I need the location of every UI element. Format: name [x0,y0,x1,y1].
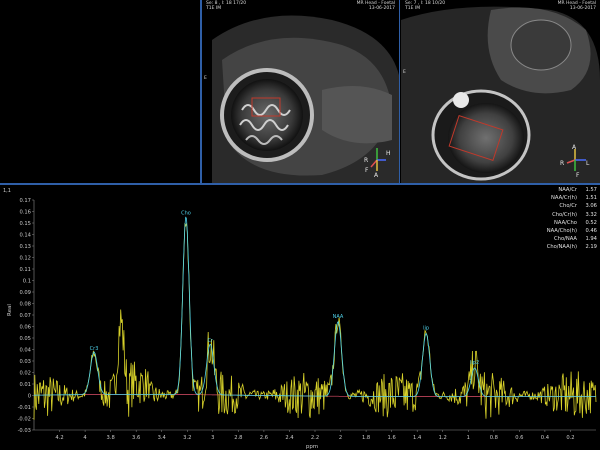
x-tick-label: 3.2 [183,435,191,441]
measured-series-line [33,222,597,420]
y-tick-label: 0.03 [19,359,31,365]
orientation-cube-icon: R H A F [364,148,391,177]
y-tick-label: 0.07 [19,313,31,319]
x-axis: 4.2 4 3.8 3.6 3.4 3.2 3 2.8 2.6 2.4 2.2 2 1.8 1.6 1.4 1… [34,429,596,441]
orient-a: A [572,144,577,151]
x-tick-label: 2.4 [285,435,294,441]
sequence-label: T1E IM [206,6,222,11]
y-tick-label: 0.02 [19,370,31,376]
orient-h: H [386,150,391,157]
panel-separator [0,183,600,185]
orientation-cube-icon: R L A F [560,144,590,177]
orient-l: L [586,160,590,167]
x-tick-label: 3.4 [158,435,167,441]
viewport-header-right: MR Head - Foetal 13-06-2017 [357,1,395,11]
y-tick-label: 0.04 [19,347,31,353]
viewport-header-right: MR Head - Foetal 13-06-2017 [558,1,596,11]
metabolite-ratios: NAA/Cr 1.57 NAA/Cr(h) 1.51 Cho/Cr 3.06 Cho/… [487,186,597,252]
peak-label-cr: Cr [207,338,213,344]
peak-markers: Cr3 Cho Cr NAA lip lip2 [90,210,480,366]
ratio-row: Cho/Cr(h) 3.32 [552,211,597,218]
ratio-row: NAA/Cho(h) 0.46 [546,228,597,235]
x-tick-label: 1 [467,435,470,441]
y-tick-label: 0.15 [19,221,31,227]
y-tick-label: 0.1 [23,278,31,284]
y-tick-label: 0.08 [19,301,31,307]
orient-r: R [364,157,368,164]
y-tick-label: 0.11 [19,267,31,273]
side-marker: E [204,76,207,81]
y-tick-label: 0.06 [19,324,31,330]
y-tick-label: 0.12 [19,255,31,261]
x-tick-label: 0.2 [566,435,574,441]
x-tick-label: 1.8 [362,435,370,441]
x-tick-label: 2 [339,435,342,441]
y-tick-label: 0.09 [19,290,31,296]
peak-label-cr3: Cr3 [90,346,99,352]
peak-label-lip2: lip2 [470,360,479,366]
x-tick-label: 0.8 [490,435,498,441]
viewport-header-left: Se: 7 , I: 18 10/20 T1E IM [405,1,445,11]
mr-viewport-right[interactable]: Se: 7 , I: 18 10/20 T1E IM MR Head - Foe… [401,0,600,183]
peak-label-cho: Cho [181,210,191,216]
x-tick-label: 2.6 [260,435,268,441]
orient-f: F [576,172,580,177]
peak-label-naa: NAA [333,314,344,320]
x-tick-label: 3.8 [107,435,115,441]
side-marker: E [403,70,406,75]
voxel-index: 1,1 [3,188,11,194]
y-tick-label: -0.03 [18,428,31,434]
ratio-row: Cho/NAA 1.94 [554,236,597,243]
y-tick-label: 0.05 [19,336,31,342]
x-tick-label: 1.4 [413,435,422,441]
y-tick-label: 0.01 [19,382,31,388]
orient-a: A [374,172,379,177]
ratio-row: NAA/Cho 0.52 [554,219,597,226]
viewport-header-left: Se: 8 , I: 18 17/20 T1E IM [206,1,246,11]
x-tick-label: 2.2 [311,435,319,441]
sequence-label: T1E IM [405,6,421,11]
y-tick-label: 0 [28,393,31,399]
x-tick-label: 2.8 [234,435,242,441]
y-tick-label: 0.16 [19,209,31,215]
ratio-row: NAA/Cr 1.57 [558,187,597,193]
y-tick-label: -0.02 [18,416,31,422]
peak-label-lip: lip [423,325,429,331]
x-tick-label: 3 [211,435,214,441]
ratio-row: NAA/Cr(h) 1.51 [551,195,597,202]
y-tick-label: 0.14 [19,232,31,238]
mr-viewport-left[interactable]: Se: 8 , I: 18 17/20 T1E IM MR Head - Foe… [200,0,400,183]
ratio-row: Cho/NAA(h) 2.19 [546,244,597,251]
x-tick-label: 3.6 [132,435,140,441]
x-tick-label: 1.2 [439,435,447,441]
x-tick-label: 4.2 [55,435,63,441]
date-label: 13-06-2017 [368,6,395,11]
orient-r: R [560,160,564,167]
date-label: 13-06-2017 [569,6,596,11]
y-tick-label: -0.01 [18,405,31,411]
y-axis-label: Real [7,304,13,316]
y-axis: 0.17 0.16 0.15 0.14 0.13 0.12 0.11 0.1 0.09 0.08 0… [18,198,35,434]
orient-f: F [365,167,369,174]
x-tick-label: 0.6 [515,435,523,441]
x-tick-label: 4 [83,435,87,441]
y-tick-label: 0.13 [19,244,31,250]
x-axis-label: ppm [306,444,318,450]
x-tick-label: 0.4 [541,435,550,441]
ratio-row: Cho/Cr 3.06 [559,203,597,210]
y-tick-label: 0.17 [19,198,31,204]
x-tick-label: 1.6 [388,435,396,441]
